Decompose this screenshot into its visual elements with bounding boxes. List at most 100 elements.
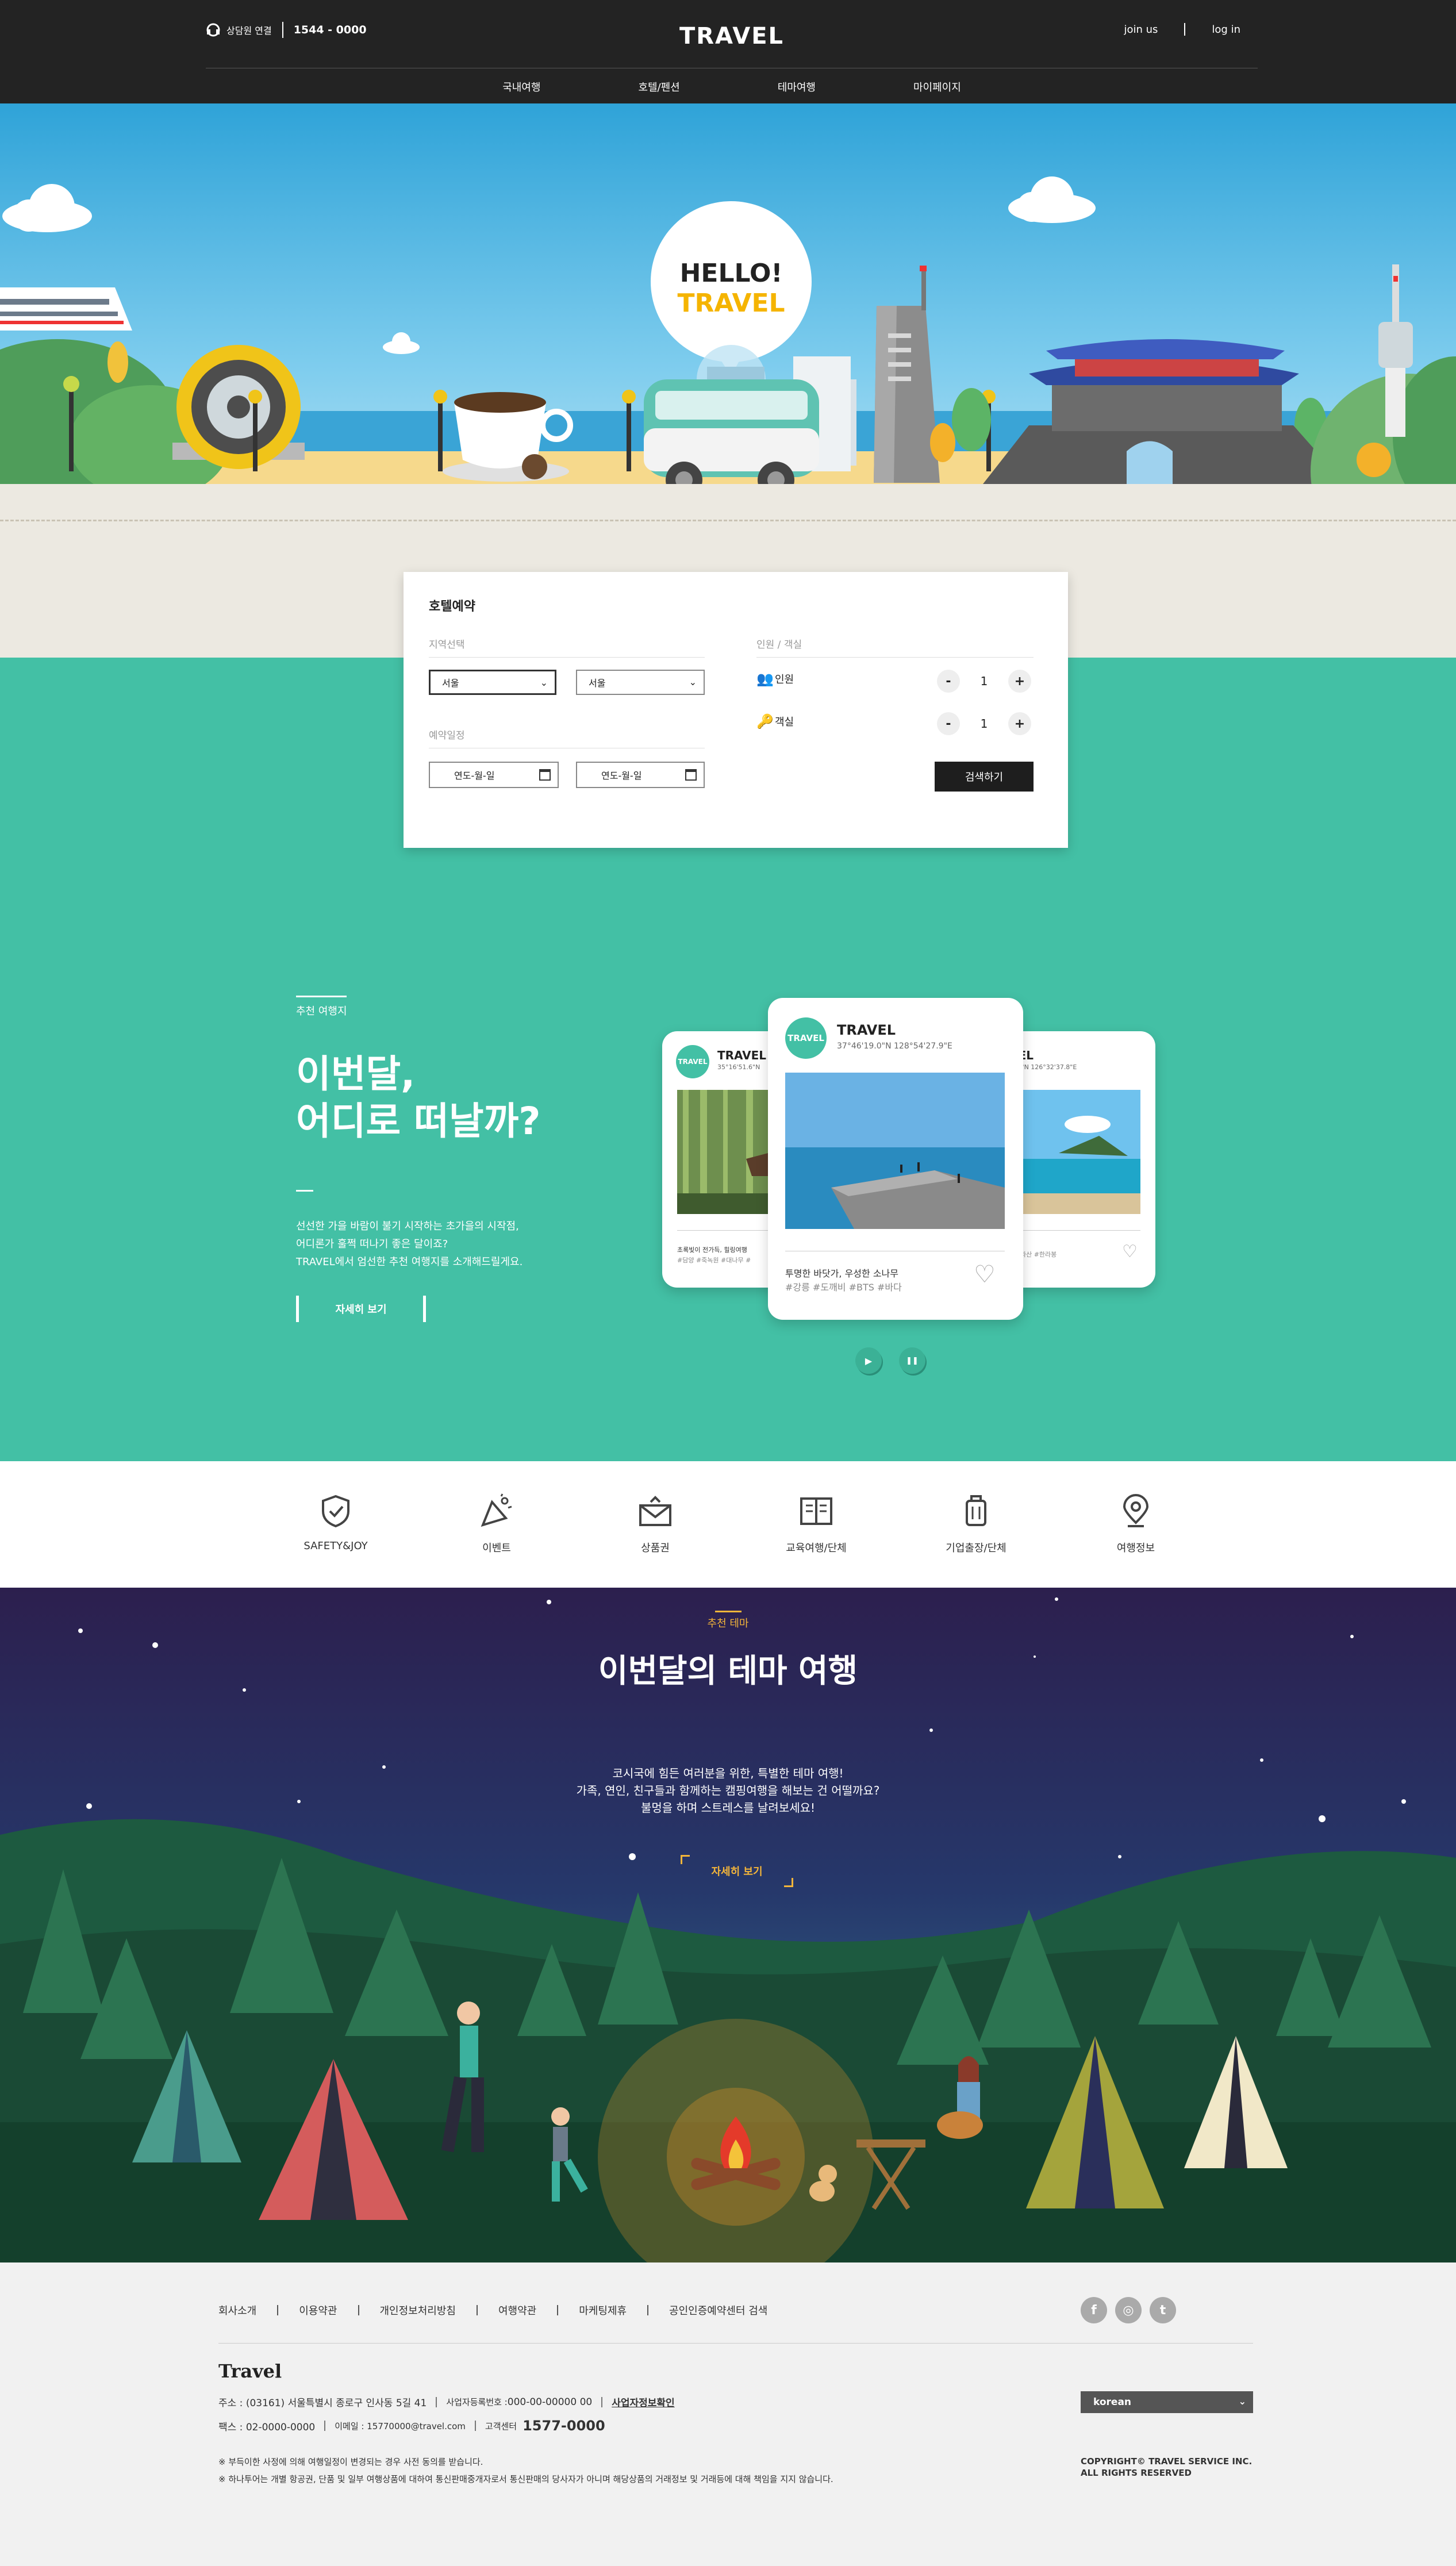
footer-link-company[interactable]: 회사소개 (218, 2303, 256, 2318)
heart-icon[interactable]: ♡ (1122, 1242, 1138, 1262)
room-minus-button[interactable]: - (937, 712, 960, 735)
chevron-down-icon: ⌄ (1238, 2396, 1246, 2407)
divider (601, 2396, 603, 2407)
footer-link-marketing[interactable]: 마케팅제휴 (579, 2303, 627, 2318)
header: 상담원 연결 1544 - 0000 TRAVEL join us log in… (0, 0, 1456, 103)
facebook-icon[interactable]: f (1081, 2297, 1107, 2323)
quick-menu-event[interactable]: 이벤트 (451, 1493, 543, 1555)
region-select-2[interactable]: 서울 ⌄ (576, 670, 705, 695)
copyright-line: ALL RIGHTS RESERVED (1081, 2468, 1192, 2478)
theme-more-label: 자세히 보기 (711, 1866, 763, 1878)
footer-address: 주소 : (03161) 서울특별시 종로구 인사동 5길 41 (218, 2398, 427, 2409)
footer-brand: Travel (218, 2360, 282, 2382)
checkout-date-placeholder: 연도-월-일 (601, 770, 642, 781)
slider-pause-button[interactable]: ❚❚ (899, 1347, 925, 1374)
divider (429, 657, 705, 658)
footer-links: 회사소개 이용약관 개인정보처리방침 여행약관 마케팅제휴 공인인증예약센터 검… (218, 2303, 767, 2318)
footer-center-number: 1577-0000 (523, 2418, 605, 2434)
card-tags: #강릉 #도깨비 #BTS #바다 (785, 1282, 902, 1293)
logo[interactable]: TRAVEL (206, 23, 1258, 49)
recommend-more-button[interactable]: 자세히 보기 (296, 1296, 426, 1322)
people-minus-button[interactable]: - (937, 670, 960, 693)
nav-item-hotel[interactable]: 호텔/펜션 (638, 79, 679, 94)
theme-tag: 추천 테마 (707, 1618, 749, 1630)
destination-card-center[interactable]: TRAVEL TRAVEL 37°46'19.0"N 128°54'27.9"E… (768, 998, 1023, 1320)
divider (1184, 23, 1186, 36)
quick-menu-gift-card[interactable]: 상품권 (609, 1493, 701, 1555)
language-select[interactable]: korean ⌄ (1081, 2391, 1253, 2413)
quick-menu-safety[interactable]: SAFETY&JOY (290, 1493, 382, 1552)
hotel-booking-form: 호텔예약 지역선택 서울 ⌄ 서울 ⌄ 예약일정 연도-월-일 연도-월-일 인… (404, 572, 1068, 848)
bubble-line2: TRAVEL (677, 289, 785, 318)
footer-notice-line: ※ 하나투어는 개별 항공권, 단품 및 일부 여행상품에 대하여 통신판매중개… (218, 2474, 833, 2484)
divider (324, 2421, 326, 2431)
date-label: 예약일정 (429, 730, 465, 742)
theme-more-button[interactable]: 자세히 보기 (681, 1855, 793, 1887)
destination-card-right[interactable]: AVEL 3'50.3"N 126°32'37.8"E 을 #한라산 #한라봉 … (1001, 1031, 1155, 1288)
card-photo-breakwater (785, 1073, 1005, 1229)
play-icon: ▶ (865, 1355, 873, 1366)
quick-menu-business[interactable]: 기업출장/단체 (930, 1493, 1022, 1555)
theme-description: 코시국에 힘든 여러분을 위한, 특별한 테마 여행! 가족, 연인, 친구들과… (0, 1765, 1456, 1816)
people-room-label: 인원 / 객실 (756, 639, 802, 651)
nav-item-mypage[interactable]: 마이페이지 (913, 79, 961, 94)
book-icon (800, 1497, 832, 1525)
checkin-date-placeholder: 연도-월-일 (454, 770, 495, 781)
divider (647, 2305, 649, 2315)
people-plus-button[interactable]: + (1008, 670, 1031, 693)
divider (436, 2396, 437, 2407)
cruise-ship-icon (0, 287, 132, 331)
quick-menu-travel-info[interactable]: 여행정보 (1090, 1493, 1182, 1555)
theme-desc-line: 가족, 연인, 친구들과 함께하는 캠핑여행을 해보는 건 어떨까요? (576, 1784, 880, 1797)
people-row-label: 인원 (775, 674, 794, 686)
footer-link-terms[interactable]: 이용약관 (299, 2303, 337, 2318)
nav-item-domestic[interactable]: 국내여행 (502, 79, 540, 94)
booking-title: 호텔예약 (429, 600, 475, 614)
room-row: 🔑 객실 (756, 713, 794, 729)
luggage-icon (966, 1495, 986, 1526)
card-badge: TRAVEL (676, 1045, 709, 1078)
biz-info-link[interactable]: 사업자정보확인 (612, 2395, 674, 2409)
footer-biz-label: 사업자등록번호 : (446, 2397, 508, 2407)
map-pin-icon (1123, 1494, 1149, 1527)
footer-link-cert-center[interactable]: 공인인증예약센터 검색 (669, 2303, 767, 2318)
card-description: 초록빛이 전가득, 힐링여행 (677, 1246, 747, 1254)
copyright: COPYRIGHT© TRAVEL SERVICE INC. ALL RIGHT… (1081, 2456, 1252, 2479)
coffee-cup-icon (443, 392, 573, 482)
heart-icon[interactable]: ♡ (974, 1260, 996, 1288)
card-coordinates: 37°46'19.0"N 128°54'27.9"E (837, 1042, 952, 1051)
join-link[interactable]: join us (1124, 24, 1158, 36)
checkout-date-input[interactable]: 연도-월-일 (576, 762, 705, 788)
region-select-1[interactable]: 서울 ⌄ (429, 670, 556, 695)
wheel-landmark-icon (172, 345, 305, 469)
search-button[interactable]: 검색하기 (935, 762, 1034, 792)
slider-play-button[interactable]: ▶ (855, 1347, 882, 1374)
divider (476, 2305, 478, 2315)
quick-menu-label: 기업출장/단체 (946, 1542, 1006, 1554)
card-title: TRAVEL (837, 1022, 896, 1038)
recommend-tag: 추천 여행지 (296, 1005, 347, 1017)
footer-contact-row: 팩스 : 02-0000-0000 이메일 : 15770000@travel.… (218, 2418, 605, 2434)
footer-link-privacy[interactable]: 개인정보처리방침 (380, 2303, 456, 2318)
card-title: TRAVEL (717, 1048, 767, 1062)
nav-item-theme[interactable]: 테마여행 (778, 79, 816, 94)
card-description: 투명한 바닷가, 우성한 소나무 (785, 1268, 898, 1279)
envelope-icon (639, 1496, 671, 1526)
seoul-tower-icon (1311, 264, 1456, 484)
party-icon (481, 1493, 512, 1527)
login-link[interactable]: log in (1212, 24, 1240, 36)
divider (277, 2305, 279, 2315)
room-plus-button[interactable]: + (1008, 712, 1031, 735)
calendar-icon (685, 769, 697, 781)
people-row: 👥 인원 (756, 671, 794, 687)
checkin-date-input[interactable]: 연도-월-일 (429, 762, 559, 788)
footer-email: 이메일 : 15770000@travel.com (335, 2421, 466, 2431)
recommend-title-line1: 이번달, (296, 1052, 416, 1096)
instagram-icon[interactable]: ◎ (1115, 2297, 1142, 2323)
divider (715, 1611, 742, 1612)
twitter-icon[interactable]: t (1150, 2297, 1176, 2323)
quick-menu-education[interactable]: 교육여행/단체 (770, 1493, 862, 1555)
footer-link-travel-terms[interactable]: 여행약관 (498, 2303, 536, 2318)
card-coordinates: 35°16'51.6"N (717, 1063, 760, 1071)
people-icon: 👥 (756, 671, 774, 687)
